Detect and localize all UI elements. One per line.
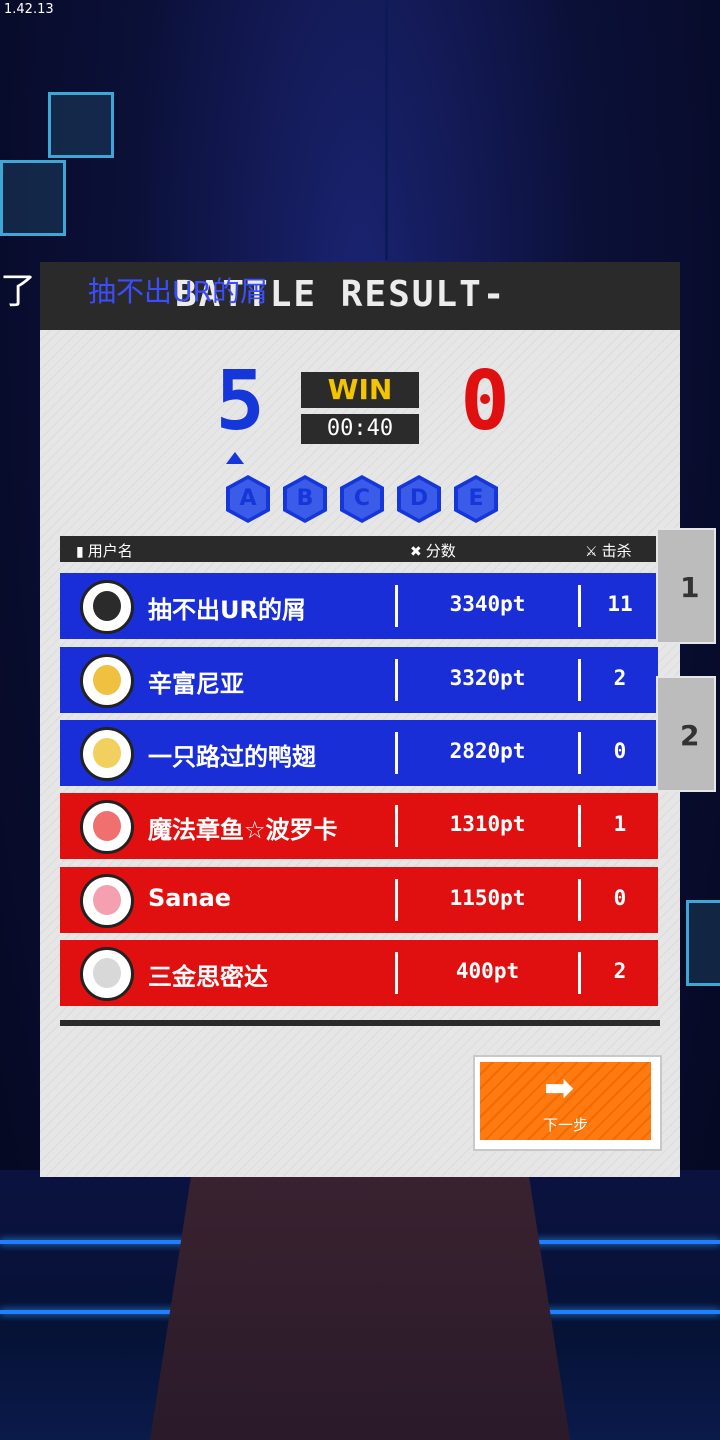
column-score: ✖ 分数	[410, 542, 456, 560]
player-score: 1150pt	[449, 886, 526, 910]
next-button[interactable]: ➡ 下一步	[473, 1055, 662, 1151]
side-tab-1[interactable]: 1	[656, 528, 716, 644]
table-row[interactable]: 一只路过的鸭翅 2820pt 0	[60, 720, 658, 786]
avatar	[80, 727, 134, 781]
arrow-right-icon: ➡	[544, 1068, 575, 1109]
avatar	[80, 947, 134, 1001]
background-path	[150, 1170, 570, 1440]
player-score: 3320pt	[449, 666, 526, 690]
column-kills: ⚔ 击杀	[585, 542, 632, 560]
zone-hex-c: C	[340, 475, 384, 523]
player-kills: 2	[613, 959, 627, 983]
zone-list: A B C D E	[226, 475, 506, 525]
player-name: 抽不出UR的屑	[148, 596, 306, 624]
player-score: 1310pt	[449, 812, 526, 836]
table-row[interactable]: 魔法章鱼☆波罗卡 1310pt 1	[60, 793, 658, 859]
table-row[interactable]: 辛富尼亚 3320pt 2	[60, 647, 658, 713]
user-icon: ▮	[76, 544, 84, 560]
table-divider	[60, 1020, 660, 1026]
player-kills: 0	[613, 886, 627, 910]
player-team-indicator-icon	[226, 452, 244, 464]
avatar	[80, 874, 134, 928]
player-score: 2820pt	[449, 739, 526, 763]
background-grid-line	[385, 0, 388, 260]
table-row[interactable]: 三金思密达 400pt 2	[60, 940, 658, 1006]
background-cube	[0, 160, 66, 236]
red-team-score: 0	[460, 354, 510, 449]
background-cube	[48, 92, 114, 158]
background-cube	[686, 900, 720, 986]
avatar	[80, 800, 134, 854]
player-score: 400pt	[455, 959, 520, 983]
table-row[interactable]: Sanae 1150pt 0	[60, 867, 658, 933]
player-kills: 1	[613, 812, 627, 836]
player-name: 三金思密达	[148, 963, 268, 991]
avatar	[80, 580, 134, 634]
player-score: 3340pt	[449, 592, 526, 616]
player-kills: 2	[613, 666, 627, 690]
score-icon: ✖	[410, 544, 422, 560]
zone-hex-e: E	[454, 475, 498, 523]
marquee-player-name: 抽不出UR的屑	[88, 275, 268, 308]
side-tab-2[interactable]: 2	[656, 676, 716, 792]
player-name: 魔法章鱼☆波罗卡	[148, 816, 338, 844]
player-kills: 11	[607, 592, 633, 616]
player-name: Sanae	[148, 884, 232, 912]
zone-hex-d: D	[397, 475, 441, 523]
column-user: ▮ 用户名	[76, 542, 133, 560]
table-header: ▮ 用户名 ✖ 分数 ⚔ 击杀	[60, 536, 660, 562]
match-time: 00:40	[301, 414, 419, 444]
zone-hex-a: A	[226, 475, 270, 523]
kills-icon: ⚔	[585, 544, 598, 560]
zone-hex-b: B	[283, 475, 327, 523]
avatar	[80, 654, 134, 708]
next-button-label: 下一步	[542, 1116, 588, 1134]
table-row[interactable]: 抽不出UR的屑 3340pt 11	[60, 573, 658, 639]
player-name: 辛富尼亚	[148, 670, 244, 698]
player-name: 一只路过的鸭翅	[148, 743, 316, 771]
result-badge: WIN	[301, 372, 419, 408]
blue-team-score: 5	[215, 354, 265, 449]
version-label: 1.42.13	[4, 2, 54, 17]
battle-result-panel: BATTLE RESULT- 5 WIN 00:40 0 A B C D E ▮…	[40, 262, 680, 1177]
player-kills: 0	[613, 739, 627, 763]
